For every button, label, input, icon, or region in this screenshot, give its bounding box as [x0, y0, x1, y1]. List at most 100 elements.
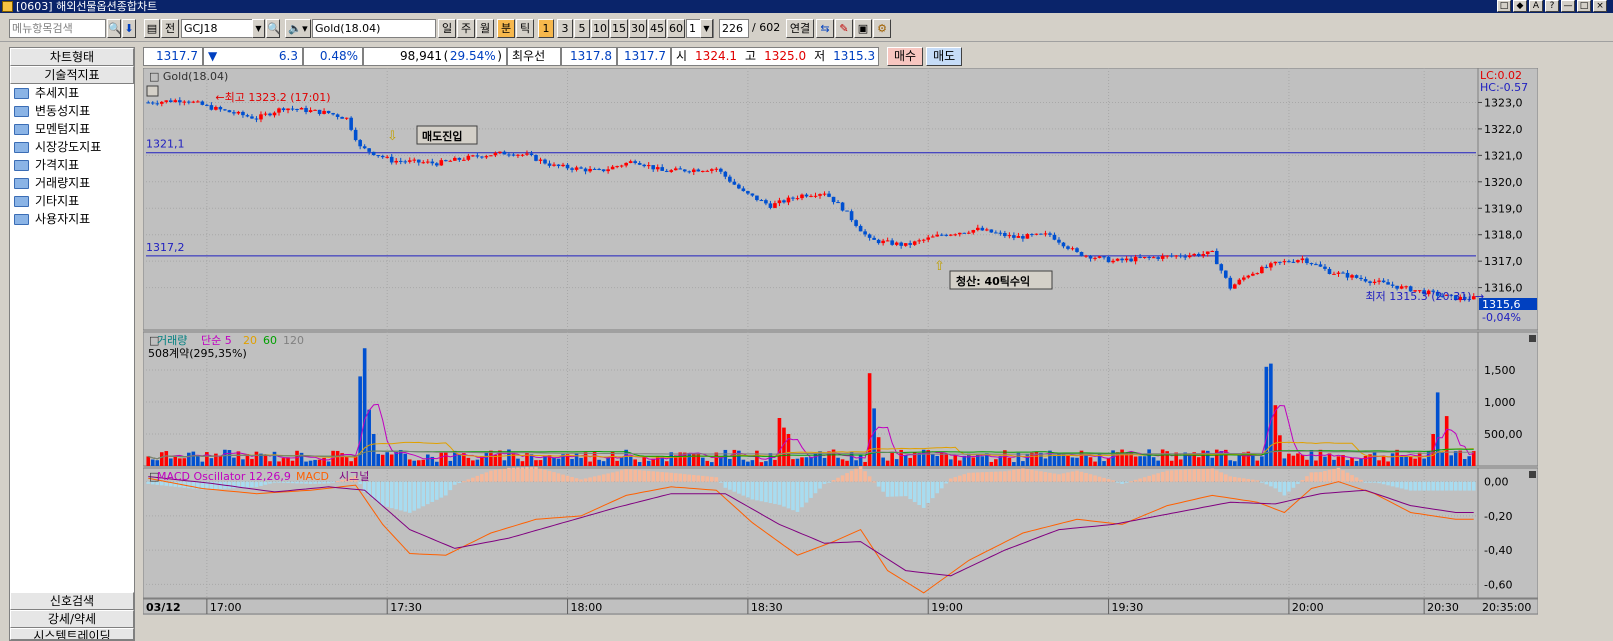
- indicator-group-5[interactable]: 거래량지표: [10, 174, 134, 192]
- period-tick[interactable]: 틱: [516, 19, 534, 38]
- minute-60[interactable]: 60: [667, 19, 685, 38]
- pane-2[interactable]: [143, 331, 1479, 467]
- download-icon[interactable]: ⬇: [122, 19, 136, 38]
- minute-10[interactable]: 10: [591, 19, 609, 38]
- chart-area[interactable]: 1323,0 1322,0 1321,0 1320,0 1319,0 1318,0 1317…: [143, 68, 1538, 641]
- volume-bar: [335, 450, 340, 466]
- volume-bar: [728, 458, 732, 466]
- minute-5[interactable]: 5: [574, 19, 590, 38]
- oscillator-bar: [1458, 481, 1463, 491]
- grid-toggle-icon[interactable]: [146, 85, 159, 97]
- indicator-group-7[interactable]: 사용자지표: [10, 210, 134, 228]
- oscillator-bar: [453, 481, 457, 485]
- oscillator-bar: [1106, 479, 1111, 482]
- menu-search-input[interactable]: 메뉴항목검색: [9, 19, 106, 38]
- indicator-panel: 차트형태 기술적지표 추세지표 변동성지표 모멘텀지표 시장강도지표 가격지표 거래량지표…: [9, 47, 135, 641]
- strength-tab[interactable]: 강세/약세: [10, 610, 134, 628]
- candle: [241, 111, 245, 116]
- tool-pen-icon[interactable]: ✎: [835, 19, 853, 38]
- candle: [1007, 235, 1012, 237]
- bar-count-input[interactable]: 226: [719, 19, 749, 38]
- front-month-button[interactable]: 전: [161, 19, 179, 38]
- candle: [556, 164, 561, 167]
- buy-button[interactable]: 매수: [887, 47, 924, 66]
- candle: [444, 160, 448, 162]
- code-book-icon[interactable]: ▤: [144, 19, 160, 38]
- candle: [1111, 260, 1115, 263]
- candle: [710, 169, 714, 171]
- oscillator-bar: [1368, 481, 1372, 483]
- period-day[interactable]: 일: [438, 19, 456, 38]
- link-button[interactable]: 연결: [786, 19, 814, 38]
- candle: [642, 164, 646, 167]
- tool-arrow-icon[interactable]: ⇆: [816, 19, 834, 38]
- indicator-group-2[interactable]: 모멘텀지표: [10, 120, 134, 138]
- indicator-group-4[interactable]: 가격지표: [10, 156, 134, 174]
- oscillator-bar: [1395, 481, 1399, 488]
- pane-close-icon[interactable]: [1529, 335, 1536, 342]
- minimize-button[interactable]: —: [1561, 0, 1575, 12]
- period-week[interactable]: 주: [457, 19, 475, 38]
- volume-bar: [1390, 453, 1395, 466]
- period-month[interactable]: 월: [476, 19, 494, 38]
- candle: [746, 191, 750, 194]
- maximize-button[interactable]: □: [1577, 0, 1591, 12]
- minute-15[interactable]: 15: [610, 19, 628, 38]
- sell-button[interactable]: 매도: [926, 47, 963, 66]
- volume-bar: [696, 453, 701, 466]
- volume-bar: [1350, 457, 1354, 466]
- pane-close-icon[interactable]: [1529, 471, 1536, 478]
- scrollbar-track[interactable]: [143, 615, 1538, 641]
- change-percent: 0.48%: [303, 47, 363, 66]
- indicators-header[interactable]: 기술적지표: [10, 66, 134, 84]
- pin-icon[interactable]: ◆: [1513, 0, 1527, 12]
- help-icon[interactable]: ?: [1545, 0, 1559, 12]
- period-minute[interactable]: 분: [497, 19, 515, 38]
- volume-bar: [710, 462, 714, 466]
- chart-type-header[interactable]: 차트형태: [10, 48, 134, 66]
- speaker-icon[interactable]: 🔈▾: [285, 19, 311, 38]
- minute-3[interactable]: 3: [557, 19, 573, 38]
- indicator-group-3[interactable]: 시장강도지표: [10, 138, 134, 156]
- interval-one-button[interactable]: 1: [538, 19, 554, 38]
- code-input[interactable]: GCJ18: [181, 19, 261, 38]
- restore-icon[interactable]: □: [1497, 0, 1511, 12]
- oscillator-bar: [1417, 481, 1422, 491]
- volume-bar: [1404, 456, 1408, 466]
- volume-bar: [538, 460, 543, 466]
- signal-search-tab[interactable]: 신호검색: [10, 592, 134, 610]
- hc-label: HC:-0.57: [1480, 81, 1528, 94]
- oscillator-bar: [1467, 481, 1472, 491]
- tool-save-icon[interactable]: ▣: [854, 19, 872, 38]
- candle: [281, 108, 286, 111]
- search-icon[interactable]: 🔍: [107, 19, 122, 38]
- pane-1[interactable]: [143, 68, 1479, 331]
- close-button[interactable]: ×: [1593, 0, 1607, 12]
- settings-icon[interactable]: ⚙: [873, 19, 891, 38]
- indicator-group-1[interactable]: 변동성지표: [10, 102, 134, 120]
- volume-bar: [416, 460, 421, 466]
- candle: [1372, 281, 1377, 283]
- candle: [606, 169, 610, 172]
- indicator-group-6[interactable]: 기타지표: [10, 192, 134, 210]
- minute-45[interactable]: 45: [648, 19, 666, 38]
- candle: [673, 168, 678, 171]
- font-icon[interactable]: A: [1529, 0, 1543, 12]
- system-trading-tab[interactable]: 시스템트레이딩: [10, 628, 134, 640]
- volume-bar: [687, 452, 692, 466]
- lookup-icon[interactable]: 🔍: [266, 19, 281, 38]
- candle: [831, 196, 836, 203]
- oscillator-bar: [655, 471, 660, 482]
- volume-bar: [344, 456, 349, 466]
- oscillator-bar: [1205, 468, 1210, 482]
- indicator-group-0[interactable]: 추세지표: [10, 84, 134, 102]
- minute-30[interactable]: 30: [629, 19, 647, 38]
- interval-dropdown-icon[interactable]: ▼: [700, 19, 713, 38]
- volume-bar: [1449, 455, 1454, 466]
- oscillator-bar: [1214, 470, 1219, 482]
- chevron-down-icon[interactable]: ▼: [252, 19, 265, 38]
- chart-svg[interactable]: 1323,0 1322,0 1321,0 1320,0 1319,0 1318,0 1317…: [143, 68, 1538, 641]
- oscillator-bar: [894, 481, 899, 497]
- candle: [687, 171, 692, 173]
- candle: [1246, 275, 1251, 278]
